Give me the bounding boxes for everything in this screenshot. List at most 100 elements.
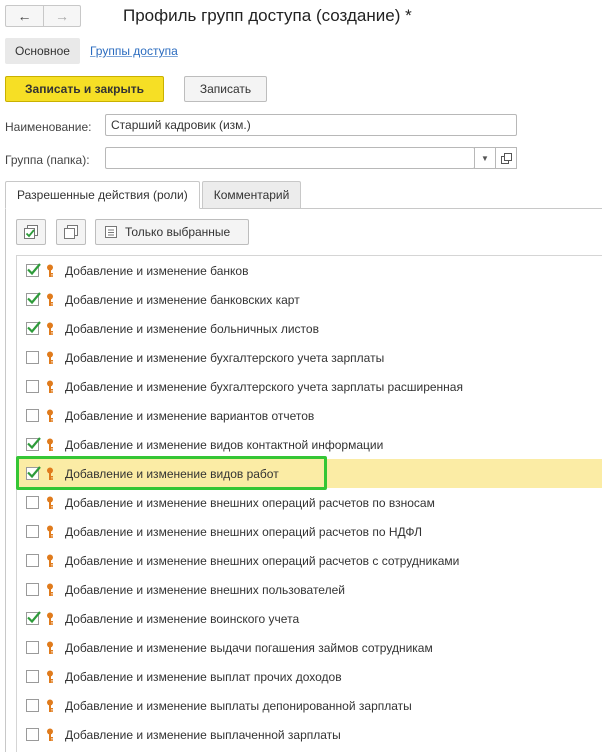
table-row[interactable]: Добавление и изменение бухгалтерского уч… [17,372,602,401]
table-row[interactable]: Добавление и изменение выплаты депониров… [17,691,602,720]
only-selected-button[interactable]: Только выбранные [95,219,249,245]
role-label: Добавление и изменение воинского учета [65,611,300,626]
role-label: Добавление и изменение выплаченной зарпл… [65,727,341,742]
checkmark-icon [27,292,41,305]
tab-main[interactable]: Основное [5,38,80,64]
tab-access-groups[interactable]: Группы доступа [80,38,188,64]
name-field[interactable]: Старший кадровик (изм.) [105,114,517,136]
role-label: Добавление и изменение выплаты депониров… [65,698,412,713]
key-icon [45,699,55,713]
key-icon [45,380,55,394]
role-tabs: Разрешенные действия (роли) Комментарий [5,181,302,209]
tab-comment[interactable]: Комментарий [201,181,302,209]
key-icon [45,641,55,655]
table-row[interactable]: Добавление и изменение видов работ [17,459,602,488]
role-checkbox[interactable] [26,263,41,277]
role-label: Добавление и изменение банковских карт [65,292,300,307]
role-checkbox[interactable] [26,409,39,422]
table-row[interactable]: Добавление и изменение внешних операций … [17,546,602,575]
role-label: Добавление и изменение бухгалтерского уч… [65,350,385,365]
role-checkbox[interactable] [26,380,39,393]
open-form-icon [500,152,512,164]
role-checkbox[interactable] [26,583,39,596]
table-row[interactable]: Добавление и изменение выплаченной зарпл… [17,720,602,749]
table-row[interactable]: Добавление и изменение внешних пользоват… [17,575,602,604]
role-checkbox[interactable] [26,437,41,451]
role-checkbox[interactable] [26,728,39,741]
role-checkbox[interactable] [26,699,39,712]
back-button[interactable]: ← [6,6,43,26]
section-tabs: Основное Группы доступа [5,38,188,64]
role-label: Добавление и изменение внешних пользоват… [65,582,345,597]
page-title: Профиль групп доступа (создание) * [123,6,412,25]
key-icon [45,496,55,510]
save-and-close-button[interactable]: Записать и закрыть [5,76,164,102]
forward-button[interactable]: → [43,6,80,26]
key-icon [45,438,55,452]
table-row[interactable]: Добавление и изменение банковских карт [17,285,602,314]
key-icon [45,554,55,568]
role-label: Добавление и изменение выплат прочих дох… [65,669,342,684]
role-checkbox[interactable] [26,292,41,306]
table-row[interactable]: Добавление и изменение больничных листов [17,314,602,343]
forward-arrow-icon: → [55,8,69,24]
key-icon [45,670,55,684]
table-row[interactable]: Добавление и изменение внешних операций … [17,488,602,517]
role-checkbox[interactable] [26,554,39,567]
table-row[interactable]: Добавление и изменение воинского учета [17,604,602,633]
back-arrow-icon: ← [17,8,32,24]
role-label: Добавление и изменение вариантов отчетов [65,408,315,423]
role-label: Добавление и изменение бухгалтерского уч… [65,379,463,394]
key-icon [45,612,55,626]
group-dropdown-button[interactable]: ▼ [474,147,496,169]
group-label: Группа (папка): [5,153,90,167]
table-row[interactable]: Добавление и изменение выдачи погашения … [17,633,602,662]
role-label: Добавление и изменение внешних операций … [65,524,423,539]
group-field[interactable] [105,147,475,169]
role-label: Добавление и изменение внешних операций … [65,495,435,510]
roles-list: Добавление и изменение банков Добавление … [16,255,602,752]
table-row[interactable]: Добавление и изменение банков [17,256,602,285]
table-row[interactable]: Добавление и изменение видов контактной … [17,430,602,459]
checkmark-icon [27,437,41,450]
uncheck-all-icon [64,225,78,239]
role-checkbox[interactable] [26,351,39,364]
group-open-button[interactable] [495,147,517,169]
role-label: Добавление и изменение видов работ [65,466,279,481]
role-checkbox[interactable] [26,466,41,480]
key-icon [45,467,55,481]
role-checkbox[interactable] [26,670,39,683]
check-all-button[interactable] [16,219,46,245]
role-checkbox[interactable] [26,496,39,509]
key-icon [45,583,55,597]
key-icon [45,264,55,278]
table-row[interactable]: Добавление и изменение вариантов отчетов [17,401,602,430]
key-icon [45,409,55,423]
role-label: Добавление и изменение выдачи погашения … [65,640,433,655]
role-checkbox[interactable] [26,321,41,335]
key-icon [45,728,55,742]
roles-panel: Только выбранные Добавление и изменение … [5,208,602,752]
role-checkbox[interactable] [26,525,39,538]
key-icon [45,351,55,365]
chevron-down-icon: ▼ [481,153,489,163]
list-icon [105,226,117,238]
role-label: Добавление и изменение банков [65,263,249,278]
key-icon [45,525,55,539]
only-selected-label: Только выбранные [125,225,231,239]
tab-allowed-actions[interactable]: Разрешенные действия (роли) [5,181,200,209]
role-checkbox[interactable] [26,641,39,654]
table-row[interactable]: Добавление и изменение бухгалтерского уч… [17,343,602,372]
history-nav: ← → [5,5,81,27]
name-label: Наименование: [5,120,92,134]
role-checkbox[interactable] [26,611,41,625]
checkmark-icon [27,466,41,479]
uncheck-all-button[interactable] [56,219,86,245]
table-row[interactable]: Добавление и изменение выплат прочих дох… [17,662,602,691]
table-row[interactable]: Добавление и изменение внешних операций … [17,517,602,546]
checkmark-icon [27,611,41,624]
check-all-icon [24,225,38,239]
role-label: Добавление и изменение видов контактной … [65,437,384,452]
save-button[interactable]: Записать [184,76,267,102]
role-label: Добавление и изменение внешних операций … [65,553,460,568]
